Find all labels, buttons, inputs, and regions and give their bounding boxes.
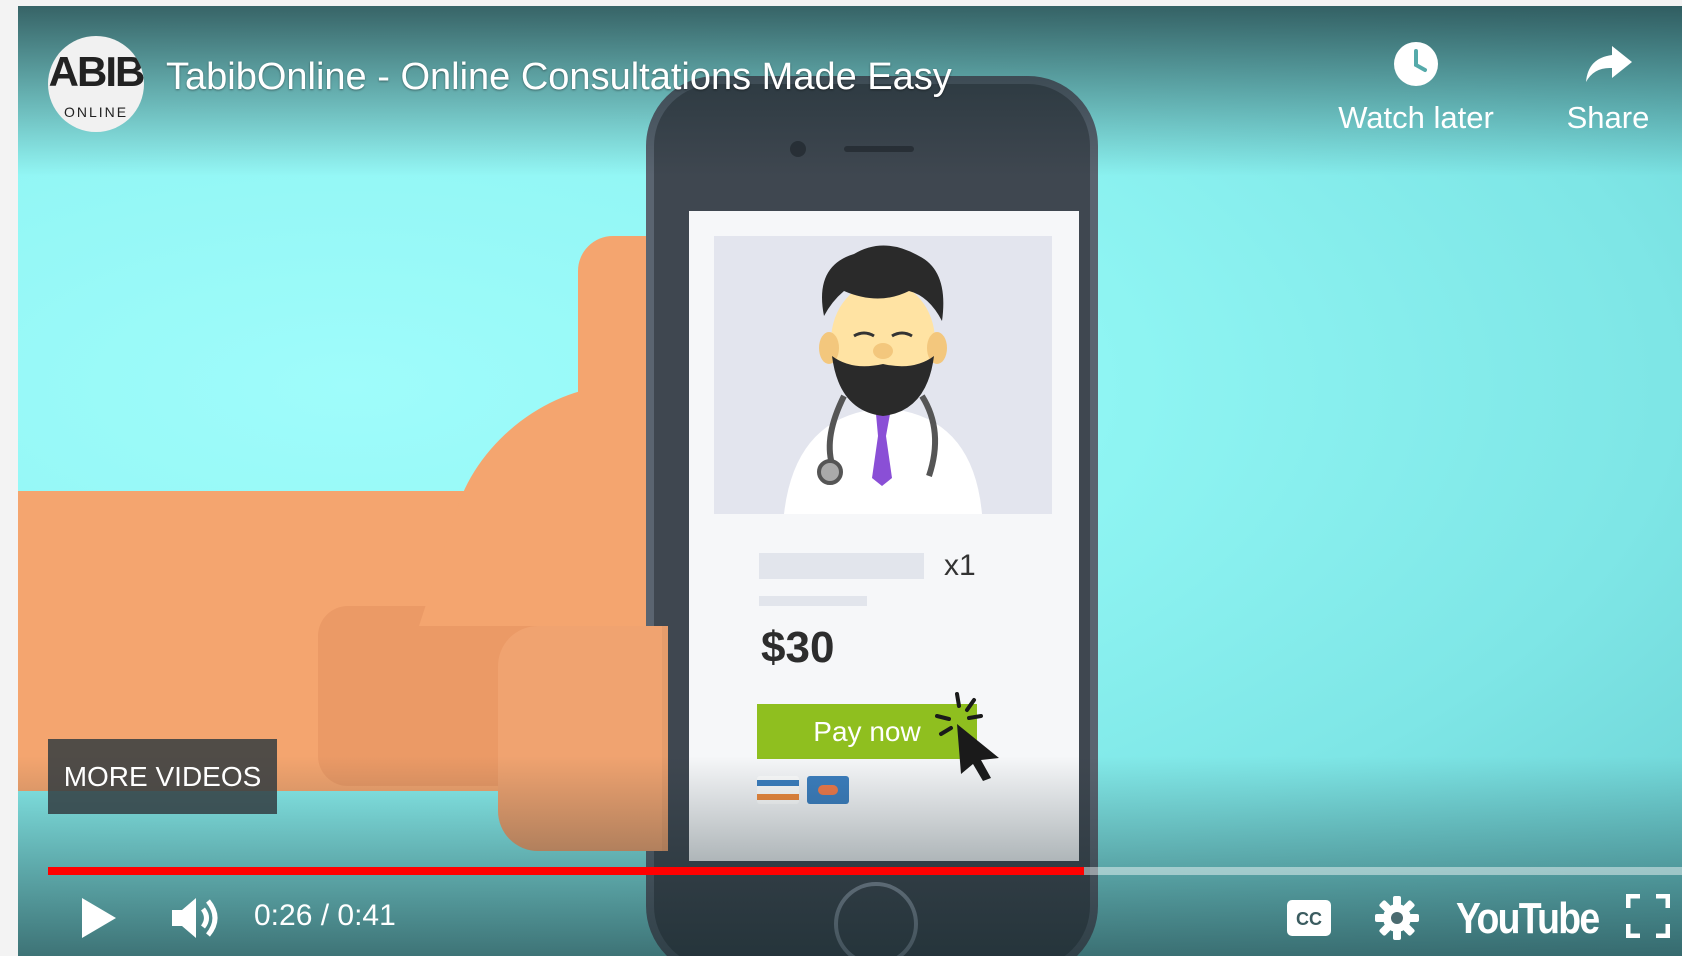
watch-later-button[interactable]: Watch later bbox=[1326, 40, 1506, 136]
item-name-placeholder bbox=[759, 553, 924, 579]
video-title[interactable]: TabibOnline - Online Consultations Made … bbox=[166, 56, 952, 99]
mute-button[interactable] bbox=[170, 894, 224, 947]
item-desc-placeholder bbox=[759, 596, 867, 606]
share-label: Share bbox=[1566, 100, 1650, 135]
settings-button[interactable] bbox=[1375, 896, 1419, 945]
progress-bar[interactable] bbox=[48, 867, 1682, 875]
item-price: $30 bbox=[761, 623, 835, 672]
fullscreen-icon bbox=[1625, 893, 1671, 939]
cc-icon: CC bbox=[1287, 900, 1331, 936]
share-arrow-icon bbox=[1586, 46, 1632, 82]
progress-played bbox=[48, 867, 1084, 875]
youtube-logo[interactable]: YouTube bbox=[1456, 894, 1600, 944]
channel-logo-text: ABIB bbox=[48, 48, 144, 95]
video-player[interactable]: x1 $30 Pay now ABIB ONLINE TabibOnline -… bbox=[18, 6, 1682, 956]
more-videos-button[interactable]: MORE VIDEOS bbox=[48, 739, 277, 814]
volume-icon bbox=[172, 898, 218, 938]
watch-later-label: Watch later bbox=[1338, 100, 1494, 135]
channel-avatar[interactable]: ABIB ONLINE bbox=[48, 36, 144, 132]
doctor-illustration bbox=[714, 236, 1052, 514]
play-button[interactable] bbox=[78, 896, 118, 945]
share-button[interactable]: Share bbox=[1548, 40, 1668, 136]
clock-icon bbox=[1394, 42, 1438, 86]
channel-logo-subtext: ONLINE bbox=[63, 104, 129, 120]
subtitles-button[interactable]: CC bbox=[1286, 899, 1332, 942]
settings-icon bbox=[1375, 896, 1419, 940]
fullscreen-button[interactable] bbox=[1625, 893, 1671, 943]
item-quantity: x1 bbox=[944, 549, 976, 582]
doctor-figure bbox=[784, 245, 982, 514]
play-icon bbox=[82, 898, 116, 938]
svg-text:CC: CC bbox=[1296, 909, 1322, 929]
time-display: 0:26 / 0:41 bbox=[254, 899, 396, 932]
